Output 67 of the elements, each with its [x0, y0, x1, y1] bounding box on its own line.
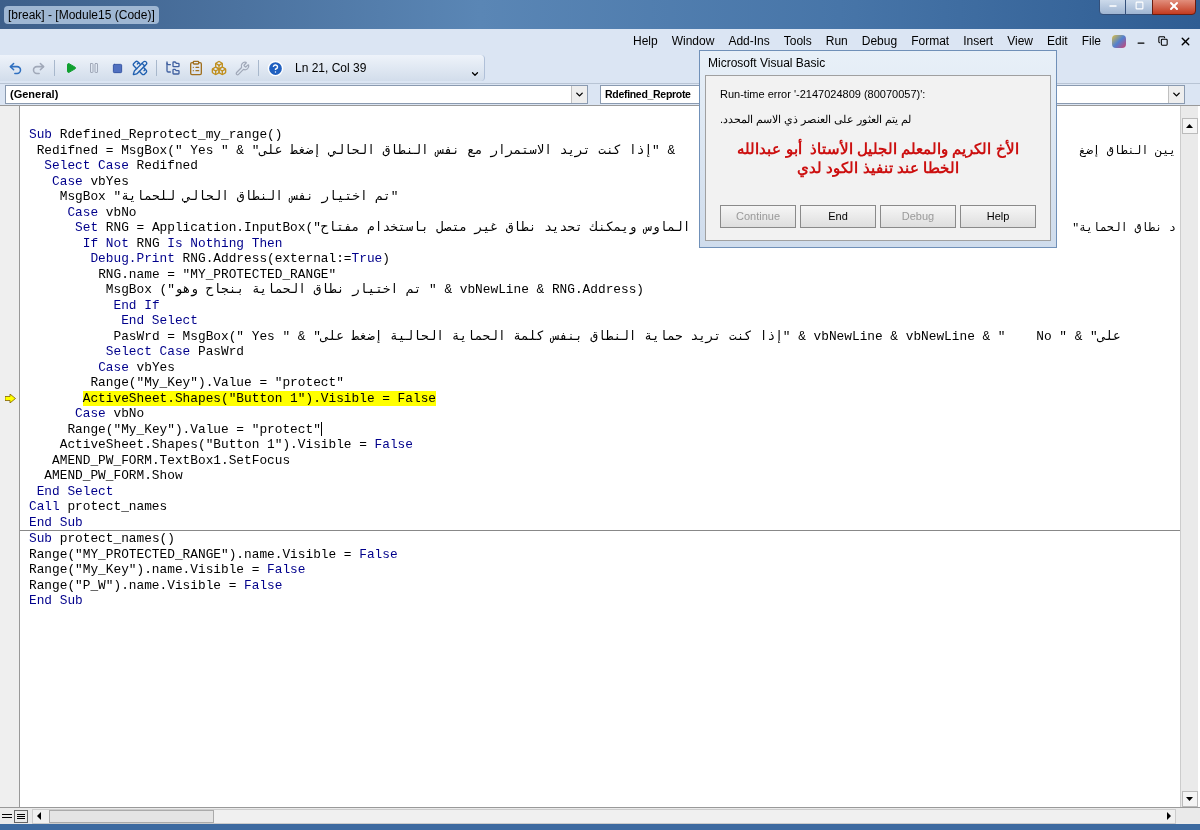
- horizontal-scrollbar[interactable]: [32, 808, 1176, 824]
- code-line: Range("My_Key").Value = "protect": [90, 375, 344, 391]
- menu-item[interactable]: File: [1074, 32, 1108, 50]
- full-module-view-icon[interactable]: [14, 809, 28, 823]
- close-button[interactable]: [1152, 0, 1196, 15]
- menu-item[interactable]: Debug: [854, 32, 905, 50]
- menu-item[interactable]: View: [1000, 32, 1040, 50]
- code-line: End Sub: [29, 593, 83, 609]
- restore-button[interactable]: [1156, 34, 1170, 48]
- dialog-button[interactable]: End: [800, 205, 876, 228]
- menu-item[interactable]: Window: [664, 32, 722, 50]
- restore-button[interactable]: [1126, 0, 1152, 15]
- dialog-button[interactable]: Help: [960, 205, 1036, 228]
- dialog-title: Microsoft Visual Basic: [707, 55, 827, 72]
- cursor-position: Ln 21, Col 39: [295, 60, 367, 77]
- menu-item[interactable]: Tools: [776, 32, 819, 50]
- code-line: Sub Rdefined_Reprotect_my_range(): [29, 127, 283, 143]
- annotation-text: الأخ الكريم والمعلم الجليل الأستاذ أبو عبدالله الخطا عند تنفيذ الكود لدي: [736, 139, 1020, 177]
- code-line: Sub protect_names(): [29, 531, 175, 547]
- code-line: Range("My_Key").name.Visible = False: [29, 562, 306, 578]
- menu-item[interactable]: Format: [904, 32, 957, 50]
- window-title: [break] - [Module15 (Code)]: [4, 5, 159, 24]
- code-line: Range("My_Key").Value = "protect": [67, 421, 322, 437]
- menu-item[interactable]: Insert: [956, 32, 1001, 50]
- code-line: Case vbYes: [98, 359, 175, 375]
- code-line: Case vbYes: [52, 173, 129, 189]
- scroll-thumb[interactable]: [49, 809, 214, 823]
- menu-item[interactable]: Add-Ins: [721, 32, 777, 50]
- close-icon: [1168, 0, 1180, 12]
- module-icon: [1112, 34, 1126, 48]
- menu-item[interactable]: Help: [626, 32, 665, 50]
- code-line-fragment: د نطاق الحماية": [1072, 220, 1177, 237]
- code-line: End Select: [121, 313, 198, 329]
- code-line: End Select: [36, 483, 114, 499]
- menu-item[interactable]: Run: [818, 32, 855, 50]
- code-line: AMEND_PW_FORM.Show: [44, 468, 183, 484]
- code-line: ActiveSheet.Shapes("Button 1").Visible = False: [59, 437, 413, 453]
- code-line: Redifned = MsgBox(" Yes " & "إذا كنت تريد الاستمرار مع نفس النطاق الحالي إضغط على" &: [36, 142, 677, 158]
- code-line: Select Case Redifned: [44, 158, 198, 174]
- code-line: Call protect_names: [29, 499, 168, 515]
- code-line: Case vbNo: [67, 204, 137, 220]
- object-dropdown[interactable]: (General): [5, 85, 588, 104]
- code-line: PasWrd = MsgBox(" Yes " & "إذا كنت تريد حماية النطاق بنفس كلمة الحماية الحالية إضغط على" & vbNewLine & vbNewLine & " No " & "على: [113, 328, 1121, 344]
- toolbar-options-icon[interactable]: [470, 69, 480, 79]
- code-line: RNG.name = "MY_PROTECTED_RANGE": [98, 266, 337, 282]
- code-line: If Not RNG Is Nothing Then: [82, 235, 283, 251]
- vertical-scrollbar[interactable]: [1180, 106, 1198, 807]
- error-message: .لم يتم العثور على العنصر ذي الاسم المحدد: [720, 111, 913, 127]
- code-line: MsgBox "تم اختيار نفس النطاق الحالي للحماية": [59, 189, 399, 205]
- minimize-button[interactable]: [1099, 0, 1126, 15]
- menu-item[interactable]: Edit: [1039, 32, 1075, 50]
- scroll-down-icon[interactable]: [1181, 791, 1198, 807]
- code-line: Range("P_W").name.Visible = False: [29, 577, 283, 593]
- code-line: Select Case PasWrd: [105, 344, 245, 360]
- code-line: MsgBox ("تم اختيار نطاق الحماية بنجاح وهو " & vbNewLine & RNG.Address): [105, 282, 645, 298]
- restore-icon: [1158, 36, 1168, 46]
- code-line: Range("MY_PROTECTED_RANGE").name.Visible = False: [29, 546, 398, 562]
- code-line-fragment: يين النطاق إضغ: [1079, 142, 1177, 159]
- code-line: AMEND_PW_FORM.TextBox1.SetFocus: [52, 452, 291, 468]
- code-line: Debug.Print RNG.Address(external:=True): [90, 251, 390, 267]
- code-line: Case vbNo: [75, 406, 145, 422]
- error-text: Run-time error '-2147024809 (80070057)':: [720, 87, 927, 102]
- execution-arrow-icon: [4, 393, 16, 403]
- code-line: End If: [113, 297, 160, 313]
- scroll-up-icon[interactable]: [1181, 118, 1198, 134]
- maximize-icon: [1134, 1, 1144, 10]
- code-line: End Sub: [29, 514, 83, 530]
